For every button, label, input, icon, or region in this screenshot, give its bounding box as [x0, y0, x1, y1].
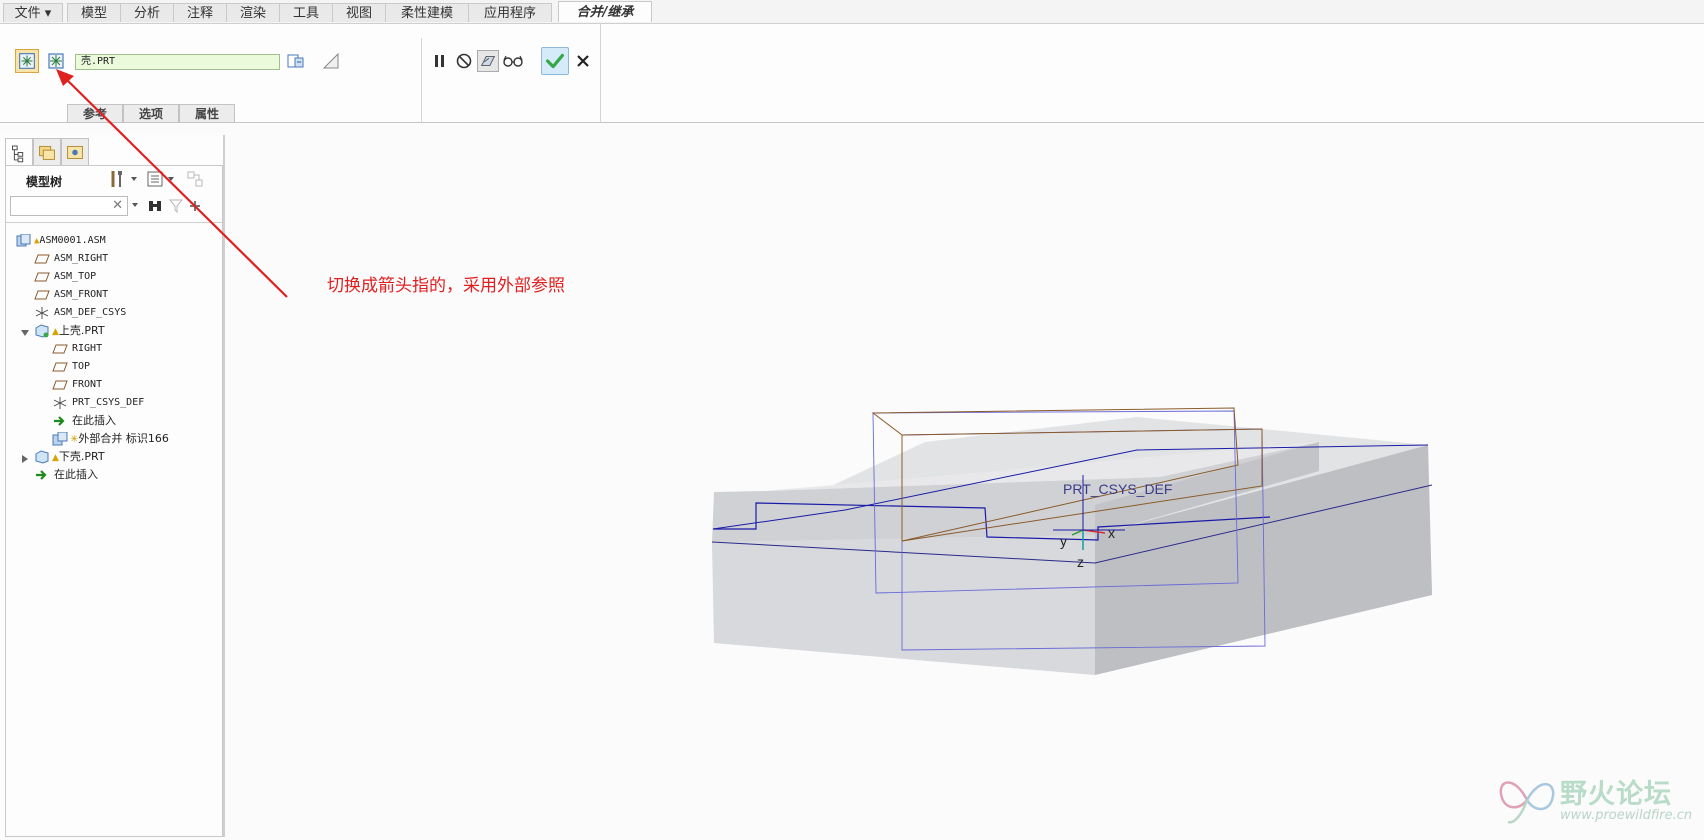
watermark-forum-name: 野火论坛	[1560, 779, 1672, 810]
annotation-arrow	[56, 69, 288, 298]
watermark-url: www.proewildfire.cn	[1560, 808, 1693, 823]
watermark-butterfly-logo-icon	[1499, 781, 1555, 824]
annotation-text: 切换成箭头指的，采用外部参照	[327, 276, 565, 296]
